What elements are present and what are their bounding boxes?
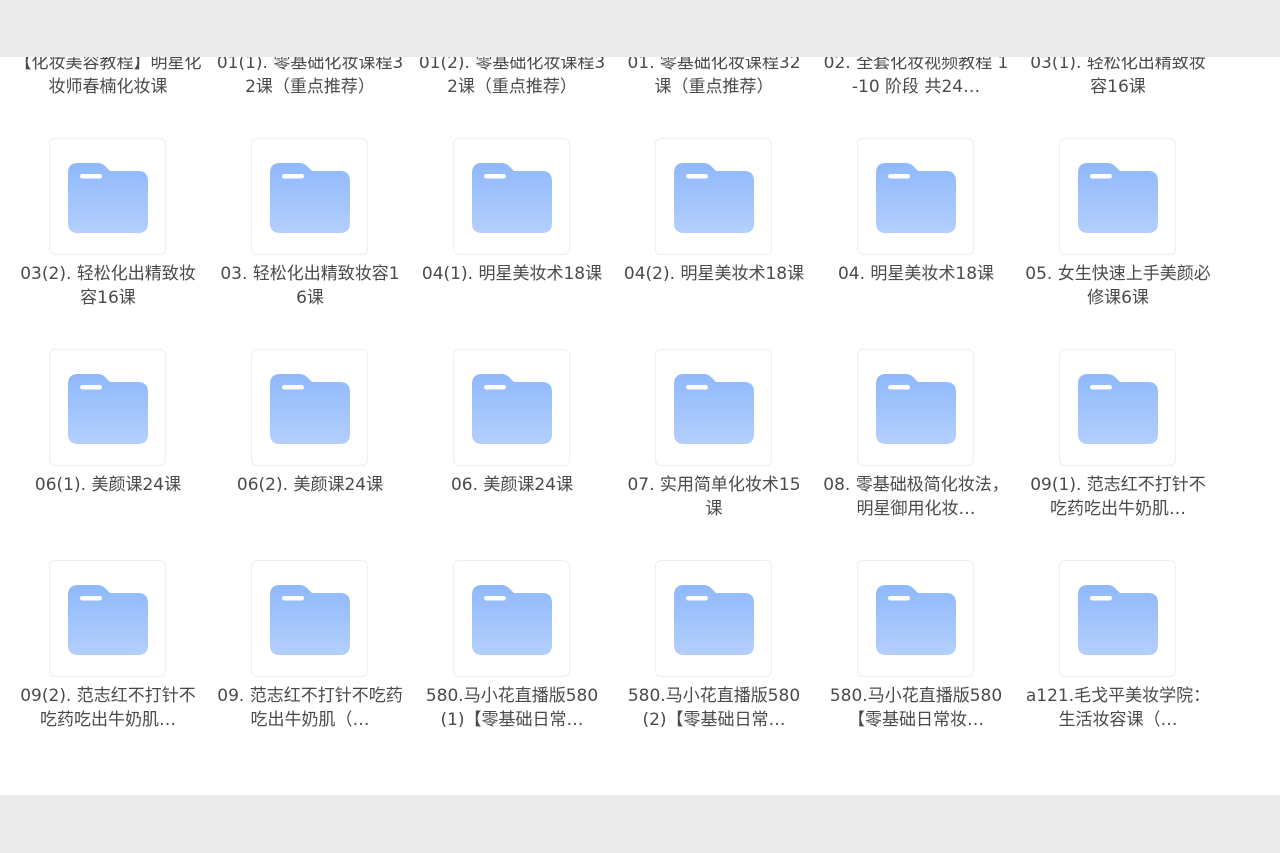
folder-icon <box>270 585 350 655</box>
folder-item[interactable]: 01. 零基础化妆课程32课（重点推荐） <box>613 57 815 125</box>
folder-item[interactable]: 05. 女生快速上手美颜必修课6课 <box>1017 125 1219 336</box>
folder-name[interactable]: 06(1). 美颜课24课 <box>13 473 203 497</box>
folder-item[interactable]: 09. 范志红不打针不吃药吃出牛奶肌（… <box>209 547 411 758</box>
folder-icon <box>674 585 754 655</box>
bottom-frame-band <box>0 795 1280 853</box>
folder-icon <box>674 374 754 444</box>
folder-name[interactable]: 04(2). 明星美妆术18课 <box>619 262 809 286</box>
folder-thumbnail[interactable] <box>49 560 166 677</box>
folder-item[interactable]: 580.马小花直播版580(2)【零基础日常… <box>613 547 815 758</box>
folder-name[interactable]: 07. 实用简单化妆术15课 <box>619 473 809 521</box>
folder-name[interactable]: 03. 轻松化出精致妆容16课 <box>215 262 405 310</box>
folder-name[interactable]: a121.毛戈平美妆学院：生活妆容课（… <box>1023 684 1213 732</box>
folder-thumbnail[interactable] <box>655 560 772 677</box>
folder-item[interactable]: 07. 实用简单化妆术15课 <box>613 336 815 547</box>
folder-name[interactable]: 03(1). 轻松化出精致妆容16课 <box>1023 57 1213 99</box>
folder-item[interactable]: 03(2). 轻松化出精致妆容16课 <box>7 125 209 336</box>
folder-thumbnail[interactable] <box>1059 349 1176 466</box>
folder-name[interactable]: 04. 明星美妆术18课 <box>821 262 1011 286</box>
folder-item[interactable]: 01(2). 零基础化妆课程32课（重点推荐） <box>411 57 613 125</box>
folder-name[interactable]: 01(2). 零基础化妆课程32课（重点推荐） <box>417 57 607 99</box>
folder-item[interactable]: 03(1). 轻松化出精致妆容16课 <box>1017 57 1219 125</box>
folder-thumbnail[interactable] <box>251 138 368 255</box>
folder-name[interactable]: 08. 零基础极简化妆法，明星御用化妆… <box>821 473 1011 521</box>
folder-icon <box>270 163 350 233</box>
folder-thumbnail[interactable] <box>49 349 166 466</box>
folder-item[interactable]: 01(1). 零基础化妆课程32课（重点推荐） <box>209 57 411 125</box>
file-grid-viewport[interactable]: 【化妆美容教程】明星化妆师春楠化妆课 01(1). 零基础化妆课程32课（重点推… <box>0 57 1280 795</box>
folder-item[interactable]: 580.马小花直播版580(1)【零基础日常… <box>411 547 613 758</box>
folder-icon <box>472 163 552 233</box>
folder-item[interactable]: 04(1). 明星美妆术18课 <box>411 125 613 336</box>
folder-thumbnail[interactable] <box>857 560 974 677</box>
folder-grid: 【化妆美容教程】明星化妆师春楠化妆课 01(1). 零基础化妆课程32课（重点推… <box>7 57 1237 758</box>
folder-item[interactable]: 【化妆美容教程】明星化妆师春楠化妆课 <box>7 57 209 125</box>
folder-item[interactable]: 06(2). 美颜课24课 <box>209 336 411 547</box>
folder-name[interactable]: 【化妆美容教程】明星化妆师春楠化妆课 <box>13 57 203 99</box>
folder-name[interactable]: 05. 女生快速上手美颜必修课6课 <box>1023 262 1213 310</box>
folder-name[interactable]: 09. 范志红不打针不吃药吃出牛奶肌（… <box>215 684 405 732</box>
folder-name[interactable]: 06(2). 美颜课24课 <box>215 473 405 497</box>
folder-name[interactable]: 580.马小花直播版580(1)【零基础日常… <box>417 684 607 732</box>
folder-thumbnail[interactable] <box>857 138 974 255</box>
folder-name[interactable]: 580.马小花直播版580(2)【零基础日常… <box>619 684 809 732</box>
folder-icon <box>68 163 148 233</box>
folder-item[interactable]: 580.马小花直播版580【零基础日常妆… <box>815 547 1017 758</box>
folder-icon <box>876 163 956 233</box>
folder-thumbnail[interactable] <box>453 349 570 466</box>
folder-item[interactable]: a121.毛戈平美妆学院：生活妆容课（… <box>1017 547 1219 758</box>
folder-name[interactable]: 01(1). 零基础化妆课程32课（重点推荐） <box>215 57 405 99</box>
folder-item[interactable]: 02. 全套化妆视频教程 1-10 阶段 共24… <box>815 57 1017 125</box>
folder-item[interactable]: 08. 零基础极简化妆法，明星御用化妆… <box>815 336 1017 547</box>
folder-item[interactable]: 09(2). 范志红不打针不吃药吃出牛奶肌… <box>7 547 209 758</box>
folder-name[interactable]: 01. 零基础化妆课程32课（重点推荐） <box>619 57 809 99</box>
folder-item[interactable]: 09(1). 范志红不打针不吃药吃出牛奶肌… <box>1017 336 1219 547</box>
folder-item[interactable]: 04(2). 明星美妆术18课 <box>613 125 815 336</box>
folder-name[interactable]: 04(1). 明星美妆术18课 <box>417 262 607 286</box>
folder-name[interactable]: 09(1). 范志红不打针不吃药吃出牛奶肌… <box>1023 473 1213 521</box>
folder-icon <box>876 374 956 444</box>
folder-name[interactable]: 03(2). 轻松化出精致妆容16课 <box>13 262 203 310</box>
folder-icon <box>270 374 350 444</box>
folder-item[interactable]: 04. 明星美妆术18课 <box>815 125 1017 336</box>
folder-icon <box>68 374 148 444</box>
folder-icon <box>876 585 956 655</box>
folder-thumbnail[interactable] <box>1059 560 1176 677</box>
folder-item[interactable]: 06. 美颜课24课 <box>411 336 613 547</box>
folder-name[interactable]: 580.马小花直播版580【零基础日常妆… <box>821 684 1011 732</box>
folder-icon <box>1078 374 1158 444</box>
folder-icon <box>1078 585 1158 655</box>
folder-thumbnail[interactable] <box>251 349 368 466</box>
folder-thumbnail[interactable] <box>857 349 974 466</box>
folder-thumbnail[interactable] <box>655 349 772 466</box>
folder-item[interactable]: 03. 轻松化出精致妆容16课 <box>209 125 411 336</box>
folder-thumbnail[interactable] <box>49 138 166 255</box>
folder-icon <box>1078 163 1158 233</box>
folder-name[interactable]: 09(2). 范志红不打针不吃药吃出牛奶肌… <box>13 684 203 732</box>
folder-icon <box>472 374 552 444</box>
folder-thumbnail[interactable] <box>453 560 570 677</box>
folder-thumbnail[interactable] <box>453 138 570 255</box>
folder-name[interactable]: 06. 美颜课24课 <box>417 473 607 497</box>
folder-item[interactable]: 06(1). 美颜课24课 <box>7 336 209 547</box>
folder-thumbnail[interactable] <box>1059 138 1176 255</box>
folder-icon <box>68 585 148 655</box>
top-frame-band <box>0 0 1280 57</box>
folder-name[interactable]: 02. 全套化妆视频教程 1-10 阶段 共24… <box>821 57 1011 99</box>
folder-icon <box>674 163 754 233</box>
folder-thumbnail[interactable] <box>251 560 368 677</box>
folder-thumbnail[interactable] <box>655 138 772 255</box>
folder-icon <box>472 585 552 655</box>
